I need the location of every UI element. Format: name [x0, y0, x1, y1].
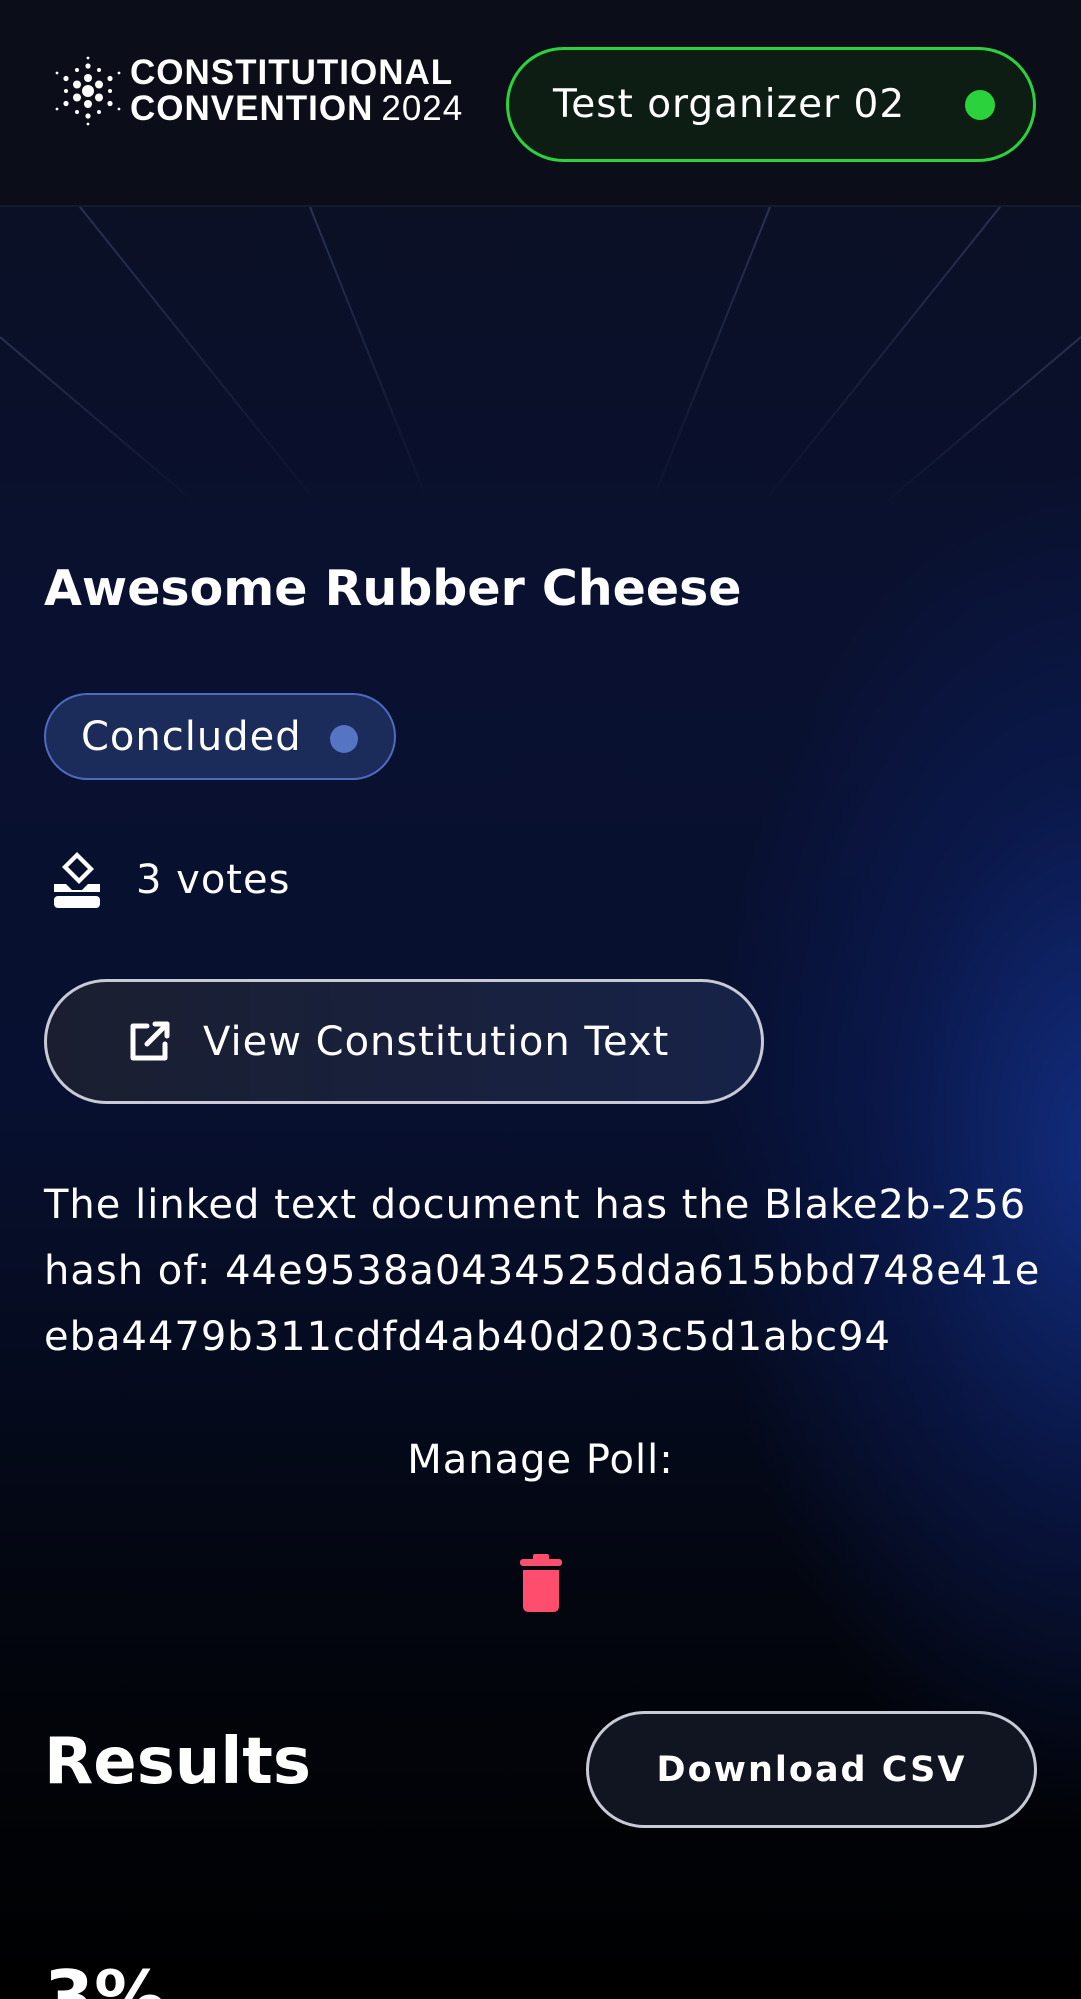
download-csv-button[interactable]: Download CSV	[586, 1711, 1037, 1828]
trash-icon[interactable]	[518, 1554, 564, 1612]
app-logo[interactable]: CONSTITUTIONAL CONVENTION 2024	[52, 55, 463, 127]
external-link-icon	[130, 1021, 170, 1060]
poll-title: Awesome Rubber Cheese	[44, 560, 742, 617]
votes-label: 3 votes	[136, 857, 291, 903]
online-status-dot	[965, 90, 995, 120]
decorative-grid	[0, 207, 1081, 507]
document-hash-text: The linked text document has the Blake2b…	[44, 1182, 1041, 1360]
logo-convention: CONVENTION	[130, 89, 374, 128]
result-percentage: 3%	[44, 1955, 167, 1999]
vote-count: 3 votes	[48, 850, 290, 910]
user-account-button[interactable]: Test organizer 02	[506, 47, 1036, 162]
status-dot	[330, 725, 358, 753]
download-csv-label: Download CSV	[656, 1749, 967, 1790]
logo-text: CONSTITUTIONAL CONVENTION 2024	[130, 55, 463, 127]
status-badge: Concluded	[44, 693, 396, 780]
ballot-box-icon	[54, 852, 100, 908]
page: CONSTITUTIONAL CONVENTION 2024 Test organ…	[0, 0, 1081, 1999]
manage-poll-label: Manage Poll:	[407, 1437, 674, 1483]
view-button-label: View Constitution Text	[203, 1018, 670, 1065]
top-header: CONSTITUTIONAL CONVENTION 2024 Test organ…	[0, 0, 1081, 207]
logo-line1: CONSTITUTIONAL	[130, 53, 454, 92]
results-heading: Results	[44, 1725, 311, 1799]
logo-year: 2024	[381, 89, 464, 128]
status-label: Concluded	[81, 713, 302, 760]
view-constitution-text-button[interactable]: View Constitution Text	[44, 979, 764, 1104]
logo-line2: CONVENTION 2024	[130, 91, 463, 127]
cardano-logo-icon	[55, 56, 121, 126]
user-name: Test organizer 02	[553, 82, 906, 127]
